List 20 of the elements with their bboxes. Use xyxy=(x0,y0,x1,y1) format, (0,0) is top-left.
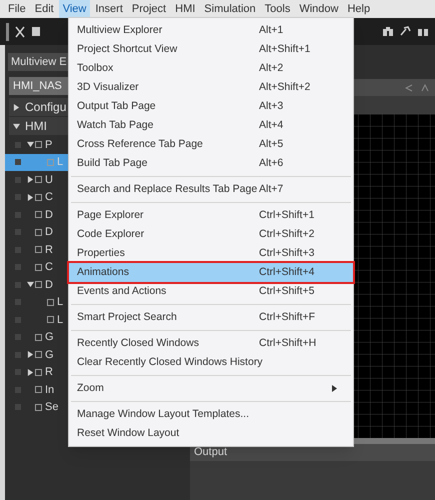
tree-item-label: P xyxy=(45,138,52,152)
output-title: Output xyxy=(194,445,228,460)
tree-item-label: L xyxy=(57,155,64,170)
tree-item-label: R xyxy=(45,365,53,380)
tree-item-label: L xyxy=(57,295,64,310)
tree-item-label: U xyxy=(45,172,53,188)
tree-item-label: Se xyxy=(45,400,58,415)
panel-title: Multiview E xyxy=(11,54,67,70)
tree-item-label: Configu xyxy=(25,99,66,116)
tree-item-label: D xyxy=(45,208,53,222)
tree-item-label: C xyxy=(45,190,53,205)
tree-item-label: L xyxy=(57,312,64,328)
tree-item-label: In xyxy=(45,382,54,398)
tree-item-label: C xyxy=(45,260,53,275)
tree-item-label: R xyxy=(45,242,53,258)
tree-item-label: HMI xyxy=(25,118,47,135)
tree-item-label: G xyxy=(45,330,54,345)
tree-item-label: D xyxy=(45,278,53,292)
tree-item-label: D xyxy=(45,225,53,240)
tree-item-label: G xyxy=(45,348,54,362)
